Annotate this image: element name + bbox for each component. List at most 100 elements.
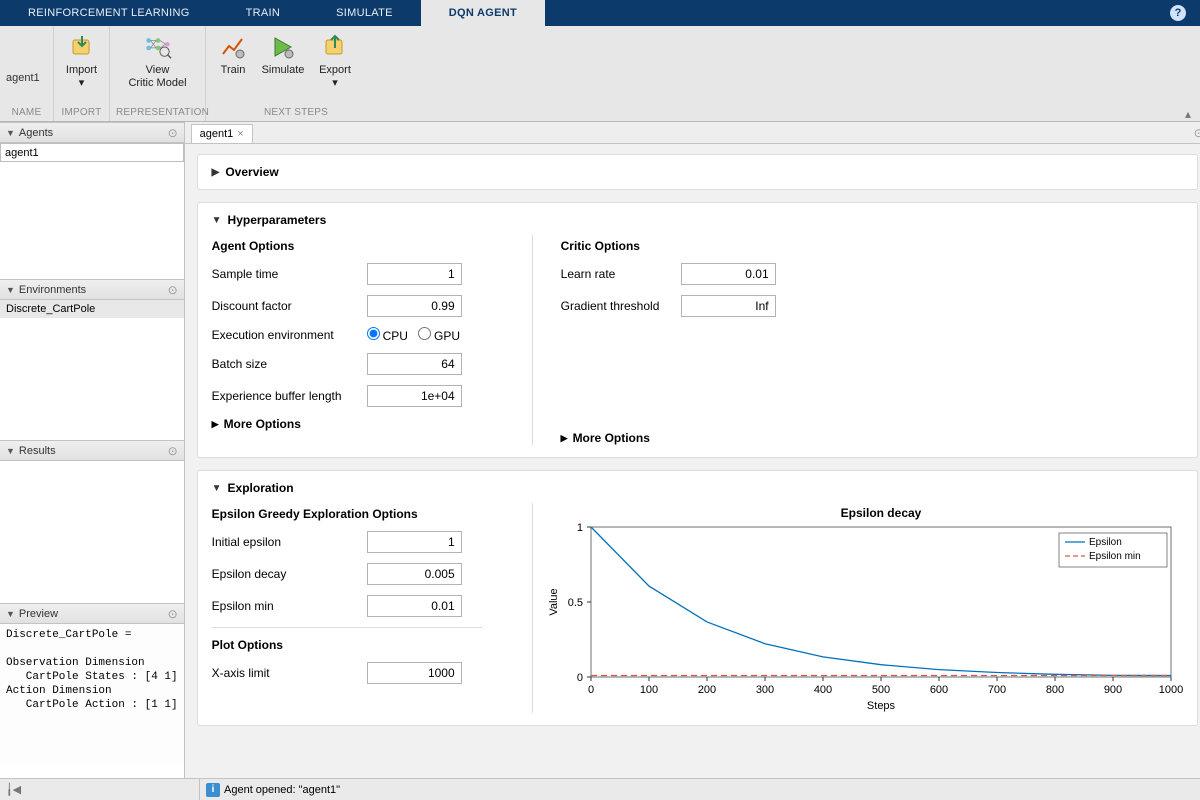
results-list <box>0 461 184 603</box>
sample-time-input[interactable] <box>367 263 462 285</box>
svg-text:400: 400 <box>813 684 831 696</box>
import-icon <box>68 33 96 61</box>
network-icon <box>144 33 172 61</box>
exec-env-cpu-radio[interactable]: CPU <box>367 327 408 343</box>
train-icon <box>219 33 247 61</box>
svg-text:Epsilon decay: Epsilon decay <box>840 506 921 520</box>
tab-dqn-agent[interactable]: DQN AGENT <box>421 0 545 26</box>
learn-rate-input[interactable] <box>681 263 776 285</box>
view-critic-model-button[interactable]: ViewCritic Model <box>116 30 199 90</box>
exec-env-gpu-radio[interactable]: GPU <box>418 327 460 343</box>
svg-text:500: 500 <box>871 684 889 696</box>
svg-text:1000: 1000 <box>1158 684 1182 696</box>
svg-text:1: 1 <box>577 522 583 534</box>
batch-size-label: Batch size <box>212 357 367 371</box>
status-message: Agent opened: "agent1" <box>224 784 340 796</box>
environments-list: Discrete_CartPole <box>0 300 184 440</box>
close-icon[interactable]: × <box>237 128 243 140</box>
panel-head-agents[interactable]: ▼ Agents ⊙ <box>0 122 184 143</box>
toolstrip: agent1 NAME Import▾ IMPORT <box>0 26 1200 122</box>
section-overview-toggle[interactable]: ▶ Overview <box>212 165 1183 179</box>
svg-text:200: 200 <box>697 684 715 696</box>
train-button[interactable]: Train <box>212 30 254 77</box>
eps-greedy-heading: Epsilon Greedy Exploration Options <box>212 507 502 521</box>
group-label-representation: REPRESENTATION <box>116 105 199 121</box>
section-hyperparameters-toggle[interactable]: ▼ Hyperparameters <box>212 213 1183 227</box>
svg-text:700: 700 <box>987 684 1005 696</box>
simulate-button[interactable]: Simulate <box>258 30 308 77</box>
chevron-down-icon: ▼ <box>6 128 15 138</box>
gradient-threshold-input[interactable] <box>681 295 776 317</box>
sample-time-label: Sample time <box>212 267 367 281</box>
critic-options-heading: Critic Options <box>561 239 832 253</box>
panel-head-results[interactable]: ▼ Results ⊙ <box>0 440 184 461</box>
chevron-down-icon: ▼ <box>6 285 15 295</box>
gear-icon[interactable]: ⊙ <box>1194 126 1200 143</box>
discount-factor-label: Discount factor <box>212 299 367 313</box>
help-icon: ? <box>1170 5 1186 21</box>
svg-text:100: 100 <box>639 684 657 696</box>
buffer-length-input[interactable] <box>367 385 462 407</box>
gear-icon[interactable]: ⊙ <box>168 607 178 621</box>
svg-text:0: 0 <box>588 684 594 696</box>
tab-reinforcement-learning[interactable]: REINFORCEMENT LEARNING <box>0 0 218 26</box>
svg-text:800: 800 <box>1045 684 1063 696</box>
initial-epsilon-label: Initial epsilon <box>212 535 367 549</box>
gear-icon[interactable]: ⊙ <box>168 283 178 297</box>
group-label-next-steps: NEXT STEPS <box>212 105 380 121</box>
info-icon: i <box>206 783 220 797</box>
env-item-discrete-cartpole[interactable]: Discrete_CartPole <box>0 300 184 318</box>
batch-size-input[interactable] <box>367 353 462 375</box>
svg-text:0: 0 <box>577 672 583 684</box>
preview-text: Discrete_CartPole = Observation Dimensio… <box>0 624 184 764</box>
agent-name-input[interactable] <box>0 143 184 162</box>
group-label-name: NAME <box>6 105 47 121</box>
svg-text:Value: Value <box>548 588 560 615</box>
export-icon <box>321 33 349 61</box>
epsilon-decay-input[interactable] <box>367 563 462 585</box>
chevron-down-icon: ▼ <box>212 215 222 226</box>
group-label-import: IMPORT <box>60 105 103 121</box>
status-left-handle[interactable]: ╽◀ <box>0 779 200 800</box>
collapse-ribbon-icon[interactable]: ▴ <box>1182 109 1194 119</box>
critic-more-options-toggle[interactable]: ▶ More Options <box>561 431 832 445</box>
gear-icon[interactable]: ⊙ <box>168 444 178 458</box>
export-button[interactable]: Export▾ <box>312 30 358 90</box>
chevron-down-icon: ▼ <box>6 446 15 456</box>
chevron-right-icon: ▶ <box>212 419 219 430</box>
agent-name-label: agent1 <box>6 72 54 84</box>
chevron-right-icon: ▶ <box>561 433 568 444</box>
section-exploration-toggle[interactable]: ▼ Exploration <box>212 481 1183 495</box>
panel-head-preview[interactable]: ▼ Preview ⊙ <box>0 603 184 624</box>
gradient-threshold-label: Gradient threshold <box>561 299 681 313</box>
x-axis-limit-input[interactable] <box>367 662 462 684</box>
help-button[interactable]: ? <box>1156 0 1200 26</box>
svg-text:300: 300 <box>755 684 773 696</box>
initial-epsilon-input[interactable] <box>367 531 462 553</box>
chevron-down-icon: ▼ <box>6 609 15 619</box>
agent-more-options-toggle[interactable]: ▶ More Options <box>212 417 512 431</box>
import-button[interactable]: Import▾ <box>60 30 103 90</box>
svg-text:900: 900 <box>1103 684 1121 696</box>
epsilon-decay-label: Epsilon decay <box>212 567 367 581</box>
x-axis-limit-label: X-axis limit <box>212 666 367 680</box>
exec-env-label: Execution environment <box>212 328 367 342</box>
svg-text:600: 600 <box>929 684 947 696</box>
svg-text:Epsilon min: Epsilon min <box>1089 551 1141 562</box>
doc-tab-agent1[interactable]: agent1 × <box>191 124 253 143</box>
ribbon-tabs: REINFORCEMENT LEARNING TRAIN SIMULATE DQ… <box>0 0 1200 26</box>
tab-simulate[interactable]: SIMULATE <box>308 0 421 26</box>
document-area: agent1 × ⊙ ▶ Overview ▼ Hyperparameters <box>185 122 1200 778</box>
status-bar: ╽◀ i Agent opened: "agent1" <box>0 778 1200 800</box>
gear-icon[interactable]: ⊙ <box>168 126 178 140</box>
svg-text:Epsilon: Epsilon <box>1089 537 1122 548</box>
discount-factor-input[interactable] <box>367 295 462 317</box>
tab-train[interactable]: TRAIN <box>218 0 309 26</box>
agent-options-heading: Agent Options <box>212 239 512 253</box>
chevron-right-icon: ▶ <box>212 167 220 178</box>
document-tabs: agent1 × ⊙ <box>185 122 1200 144</box>
epsilon-min-input[interactable] <box>367 595 462 617</box>
learn-rate-label: Learn rate <box>561 267 681 281</box>
panel-head-environments[interactable]: ▼ Environments ⊙ <box>0 279 184 300</box>
buffer-length-label: Experience buffer length <box>212 389 367 403</box>
